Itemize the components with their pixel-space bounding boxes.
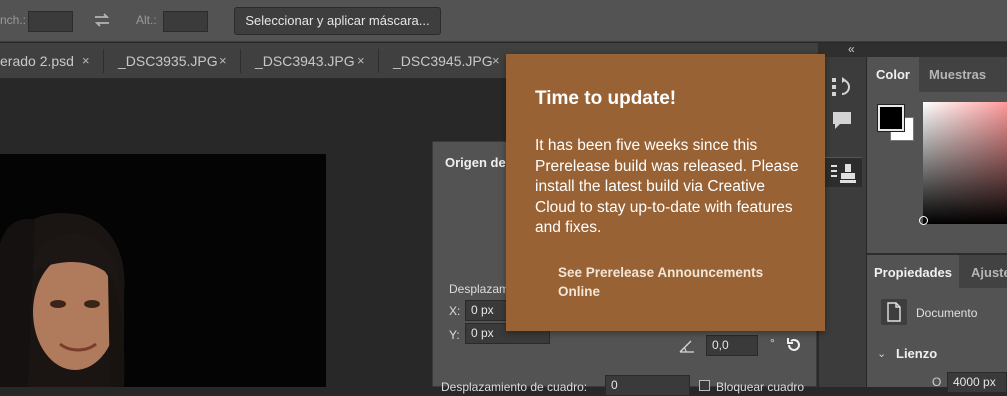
color-picker-field[interactable] — [919, 102, 1007, 225]
canvas-section-title[interactable]: Lienzo — [896, 346, 937, 361]
document-icon — [881, 299, 907, 325]
foreground-color-swatch[interactable] — [877, 104, 905, 132]
tab-divider — [103, 49, 104, 73]
close-icon[interactable]: × — [82, 43, 90, 79]
tab-label: erado 2.psd — [0, 53, 74, 69]
canvas-width-input[interactable]: 4000 px — [947, 372, 1007, 393]
popup-body: It has been five weeks since this Prerel… — [535, 137, 799, 236]
clone-source-tab[interactable] — [823, 157, 862, 187]
tab-properties[interactable]: Propiedades — [867, 255, 959, 290]
tab-label: _DSC3943.JPG — [255, 53, 355, 69]
close-icon[interactable]: × — [357, 43, 365, 79]
close-icon[interactable]: × — [219, 43, 227, 79]
dialog-title: Origen de — [445, 155, 506, 170]
frame-offset-input[interactable]: 0 — [605, 375, 690, 396]
width-field[interactable] — [28, 11, 73, 32]
swap-arrows-icon[interactable] — [92, 10, 112, 30]
tab-label: _DSC3945.JPG — [393, 53, 493, 69]
angle-icon — [678, 338, 696, 354]
close-icon[interactable]: × — [492, 43, 500, 79]
document-label: Documento — [916, 306, 978, 320]
tab-swatches[interactable]: Muestras — [929, 57, 986, 92]
lock-frame-label: Bloquear cuadro — [716, 380, 805, 394]
history-icon[interactable] — [830, 75, 854, 99]
tab-document-4[interactable]: _DSC3945.JPG × — [393, 43, 513, 79]
reset-transform-icon[interactable] — [785, 336, 803, 354]
height-field[interactable] — [163, 11, 208, 32]
panel-icon-strip — [818, 43, 866, 387]
color-panel-tabs: Color Muestras — [867, 57, 1007, 92]
collapse-chevron-icon[interactable]: « — [848, 42, 855, 56]
lock-frame-checkbox[interactable] — [699, 380, 710, 391]
tab-adjustments[interactable]: Ajuste — [971, 255, 1007, 290]
tab-divider — [378, 49, 379, 73]
portrait-image — [0, 213, 125, 387]
chevron-down-icon[interactable]: ⌄ — [877, 347, 886, 360]
x-label: X: — [449, 304, 461, 318]
tab-document-2[interactable]: _DSC3935.JPG × — [118, 43, 238, 79]
height-label: Alt.: — [136, 13, 157, 27]
frame-offset-label: Desplazamiento de cuadro: — [441, 380, 588, 394]
angle-input[interactable]: 0,0 — [706, 335, 758, 356]
properties-panel-tabs: Propiedades Ajuste — [867, 253, 1007, 290]
options-bar: nch.: Alt.: Seleccionar y aplicar máscar… — [0, 0, 1007, 42]
y-label: Y: — [449, 328, 460, 342]
select-and-mask-button[interactable]: Seleccionar y aplicar máscara... — [234, 7, 441, 35]
width-label: nch.: — [0, 13, 27, 27]
tab-document-3[interactable]: _DSC3943.JPG × — [255, 43, 375, 79]
update-notification-popup: Time to update! It has been five weeks s… — [506, 54, 825, 331]
prerelease-announcements-link[interactable]: See Prerelease Announcements Online — [558, 263, 778, 301]
tab-label: _DSC3935.JPG — [118, 53, 218, 69]
dock-collapse-bar[interactable]: « — [818, 42, 1007, 57]
color-picker-cursor[interactable] — [919, 216, 928, 225]
document-photo[interactable] — [0, 154, 326, 387]
tab-divider — [240, 49, 241, 73]
tab-document-1[interactable]: erado 2.psd × — [0, 43, 100, 79]
comments-icon[interactable] — [830, 109, 854, 133]
degree-symbol: ° — [770, 336, 775, 350]
popup-title: Time to update! — [535, 88, 677, 109]
clone-stamp-icon — [831, 164, 856, 183]
tab-color[interactable]: Color — [867, 57, 919, 92]
offset-label: Desplazam — [449, 282, 510, 296]
